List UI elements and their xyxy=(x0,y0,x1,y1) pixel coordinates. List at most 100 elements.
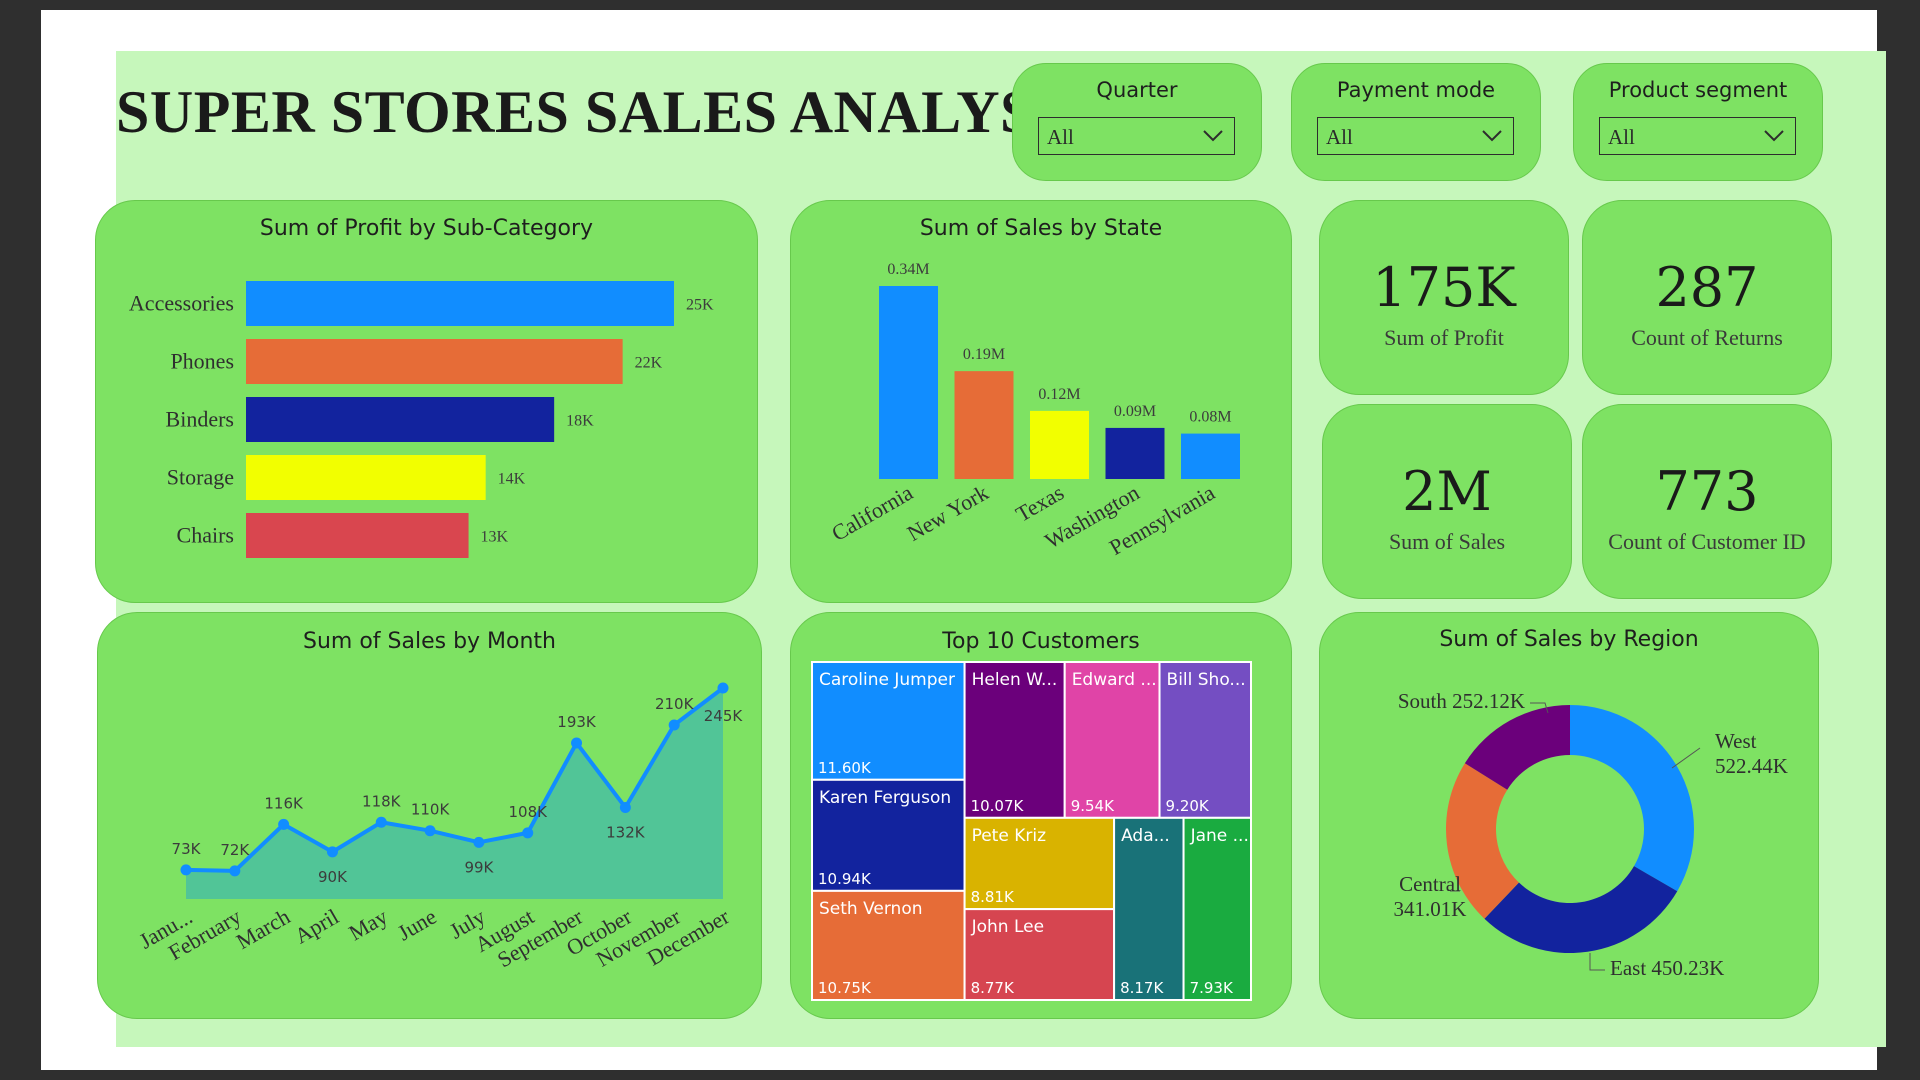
treemap-value-bill-sho: 9.20K xyxy=(1166,797,1210,815)
page-title: SUPER STORES SALES ANALYSIS xyxy=(116,79,1092,145)
slice-value-central: 341.01K xyxy=(1394,897,1467,921)
data-label-october: 132K xyxy=(606,823,646,841)
treemap-name-jane: Jane ... xyxy=(1190,826,1249,846)
slice-name-west: West xyxy=(1715,729,1757,753)
product-segment-dropdown[interactable]: All xyxy=(1599,117,1796,155)
treemap-name-edward: Edward ... xyxy=(1072,670,1157,690)
treemap-value-ada: 8.17K xyxy=(1120,979,1164,997)
data-label-july: 99K xyxy=(464,858,494,876)
sales-by-month-chart: 73KJanu...72KFebruary116KMarch90KApril11… xyxy=(135,682,744,972)
category-label-texas: Texas xyxy=(1011,480,1068,527)
slice-value-east: 450.23K xyxy=(1651,956,1724,980)
slice-value-west: 522.44K xyxy=(1715,754,1788,778)
chevron-down-icon xyxy=(1482,130,1502,142)
category-label-phones: Phones xyxy=(170,349,234,374)
top-customers-treemap: Caroline Jumper 11.60K Karen Ferguson 10.94… xyxy=(811,661,1253,1002)
treemap-name-helen-w: Helen W... xyxy=(972,670,1058,690)
data-label-binders: 18K xyxy=(566,413,594,430)
data-label-may: 118K xyxy=(362,792,402,810)
data-label-texas: 0.12M xyxy=(1038,386,1080,403)
treemap-value-helen-w: 10.07K xyxy=(971,797,1025,815)
category-label-accessories: Accessories xyxy=(129,291,234,316)
sales-by-state-chart: 0.34M California 0.19M New York 0.12M Texas 0.… xyxy=(827,261,1240,560)
month-label-may: May xyxy=(344,904,391,946)
kpi-customers-label: Count of Customer ID xyxy=(1608,529,1806,554)
chevron-down-icon xyxy=(1203,130,1223,142)
category-label-california: California xyxy=(827,480,917,546)
data-label-february: 72K xyxy=(220,841,250,859)
slice-value-south: 252.12K xyxy=(1452,689,1525,713)
point-september xyxy=(571,737,583,749)
slice-name-south: South xyxy=(1398,689,1452,713)
quarter-dropdown[interactable]: All xyxy=(1038,117,1235,155)
treemap-value-john-lee: 8.77K xyxy=(971,979,1015,997)
bar-texas xyxy=(1030,410,1089,479)
bar-california xyxy=(879,286,938,479)
data-label-november: 210K xyxy=(655,695,695,713)
kpi-profit-label: Sum of Profit xyxy=(1384,325,1504,350)
donut-slice-west xyxy=(1570,705,1694,892)
bar-phones xyxy=(246,339,623,384)
point-november xyxy=(668,719,680,731)
product-segment-slicer-label: Product segment xyxy=(1608,78,1788,102)
treemap-name-seth-vernon: Seth Vernon xyxy=(819,899,923,919)
point-janu xyxy=(180,864,192,876)
data-label-washington: 0.09M xyxy=(1114,403,1156,420)
bar-binders xyxy=(246,397,555,442)
kpi-card-returns: 287 Count of Returns xyxy=(1582,200,1832,395)
payment-mode-dropdown[interactable]: All xyxy=(1317,117,1514,155)
treemap-value-pete-kriz: 8.81K xyxy=(971,888,1015,906)
data-label-august: 108K xyxy=(508,803,548,821)
data-label-september: 193K xyxy=(557,713,597,731)
data-label-chairs: 13K xyxy=(481,529,509,546)
data-label-december: 245K xyxy=(704,707,744,725)
profit-by-subcategory-card: Sum of Profit by Sub-Category Accessorie… xyxy=(95,200,758,603)
sales-by-region-chart: West522.44K East 450.23K Central341.01K Sou… xyxy=(1394,689,1788,980)
treemap-value-karen-ferguson: 10.94K xyxy=(818,870,872,888)
payment-mode-dropdown-value: All xyxy=(1326,125,1353,149)
data-label-janu: 73K xyxy=(172,840,202,858)
kpi-sales-value: 2M xyxy=(1402,460,1492,523)
top-customers-card: Top 10 Customers Caroline Jumper 11.60K Ka… xyxy=(790,612,1292,1019)
category-label-storage: Storage xyxy=(167,465,234,490)
payment-mode-slicer-label: Payment mode xyxy=(1336,78,1496,102)
slice-name-central: Central xyxy=(1399,872,1461,896)
treemap-value-jane: 7.93K xyxy=(1190,979,1234,997)
data-label-phones: 22K xyxy=(635,355,663,372)
category-label-binders: Binders xyxy=(166,407,234,432)
chevron-down-icon xyxy=(1764,130,1784,142)
treemap-name-bill-sho: Bill Sho... xyxy=(1167,670,1246,690)
point-march xyxy=(278,818,290,830)
point-april xyxy=(326,846,338,858)
data-label-new-york: 0.19M xyxy=(963,346,1005,363)
leader-line-west xyxy=(1671,747,1701,769)
product-segment-slicer: Product segment All xyxy=(1573,63,1823,181)
kpi-sales-label: Sum of Sales xyxy=(1388,529,1506,554)
data-label-pennsylvania: 0.08M xyxy=(1189,409,1231,426)
category-label-chairs: Chairs xyxy=(177,523,234,548)
treemap-name-karen-ferguson: Karen Ferguson xyxy=(819,788,951,808)
treemap-value-edward: 9.54K xyxy=(1071,797,1115,815)
kpi-returns-value: 287 xyxy=(1655,256,1759,319)
bar-accessories xyxy=(246,281,674,326)
month-label-march: March xyxy=(232,904,294,954)
quarter-slicer-label: Quarter xyxy=(1096,78,1178,102)
data-label-june: 110K xyxy=(411,801,451,819)
data-label-storage: 14K xyxy=(498,471,526,488)
point-december xyxy=(717,682,729,694)
sales-by-state-card: Sum of Sales by State 0.34M California 0.1… xyxy=(790,200,1292,603)
kpi-card-sales: 2M Sum of Sales xyxy=(1322,404,1572,599)
profit-by-subcategory-chart: Accessories 25K Phones 22K Binders 18K Storage… xyxy=(129,281,714,558)
payment-mode-slicer: Payment mode All xyxy=(1291,63,1541,181)
point-june xyxy=(424,825,436,837)
treemap-name-caroline-jumper: Caroline Jumper xyxy=(819,670,955,690)
data-label-april: 90K xyxy=(318,868,348,886)
treemap-name-ada: Ada... xyxy=(1121,826,1170,846)
data-label-march: 116K xyxy=(264,794,304,812)
point-may xyxy=(375,816,387,828)
treemap-name-john-lee: John Lee xyxy=(971,917,1044,937)
kpi-customers-value: 773 xyxy=(1655,460,1759,523)
point-october xyxy=(619,801,631,813)
point-july xyxy=(473,836,485,848)
sales-by-month-card: Sum of Sales by Month 73K Janu... 72K Febru… xyxy=(97,612,762,1019)
